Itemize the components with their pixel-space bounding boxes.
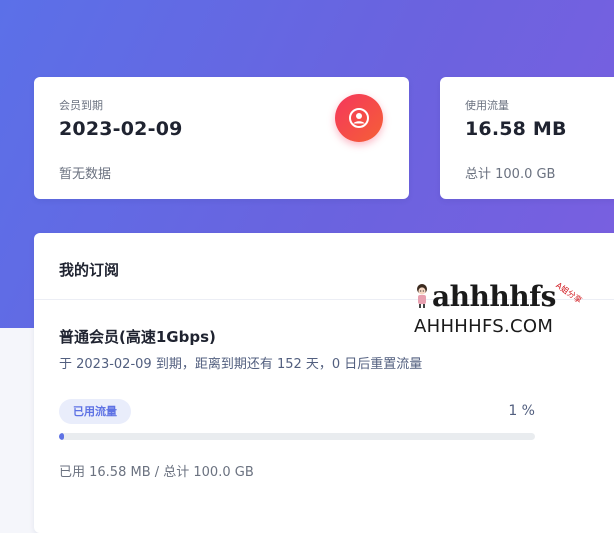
- plan-name: 普通会员(高速1Gbps): [59, 328, 216, 346]
- watermark-logo: ahhhhfs: [413, 280, 556, 313]
- watermark-logo-text: ahhhhfs: [432, 280, 556, 313]
- membership-expiry-sub: 暂无数据: [59, 167, 112, 182]
- my-subscription-card: 我的订阅 普通会员(高速1Gbps) 于 2023-02-09 到期，距离到期还…: [34, 233, 614, 533]
- subscription-title: 我的订阅: [59, 261, 120, 279]
- cartoon-figure-icon: [417, 284, 427, 308]
- traffic-usage-total: 总计 100.0 GB: [465, 167, 556, 182]
- traffic-usage-card: 使用流量 16.58 MB 总计 100.0 GB: [440, 77, 614, 199]
- usage-progress-bar: [59, 433, 535, 440]
- site-watermark: ahhhhfs A姐分享 AHHHHFS.COM: [413, 280, 593, 342]
- usage-progress-fill: [59, 433, 64, 440]
- usage-percent: 1 %: [508, 403, 535, 419]
- watermark-tag: A姐分享: [554, 280, 584, 306]
- membership-expiry-label: 会员到期: [59, 99, 103, 112]
- membership-expiry-value: 2023-02-09: [59, 118, 183, 140]
- plan-description: 于 2023-02-09 到期，距离到期还有 152 天，0 日后重置流量: [59, 357, 423, 372]
- user-avatar-icon: [335, 94, 383, 142]
- traffic-usage-value: 16.58 MB: [465, 118, 567, 140]
- usage-detail: 已用 16.58 MB / 总计 100.0 GB: [59, 465, 254, 480]
- membership-expiry-card: 会员到期 2023-02-09 暂无数据: [34, 77, 409, 199]
- watermark-domain: AHHHHFS.COM: [414, 316, 554, 337]
- usage-badge: 已用流量: [59, 399, 131, 424]
- traffic-usage-label: 使用流量: [465, 99, 509, 112]
